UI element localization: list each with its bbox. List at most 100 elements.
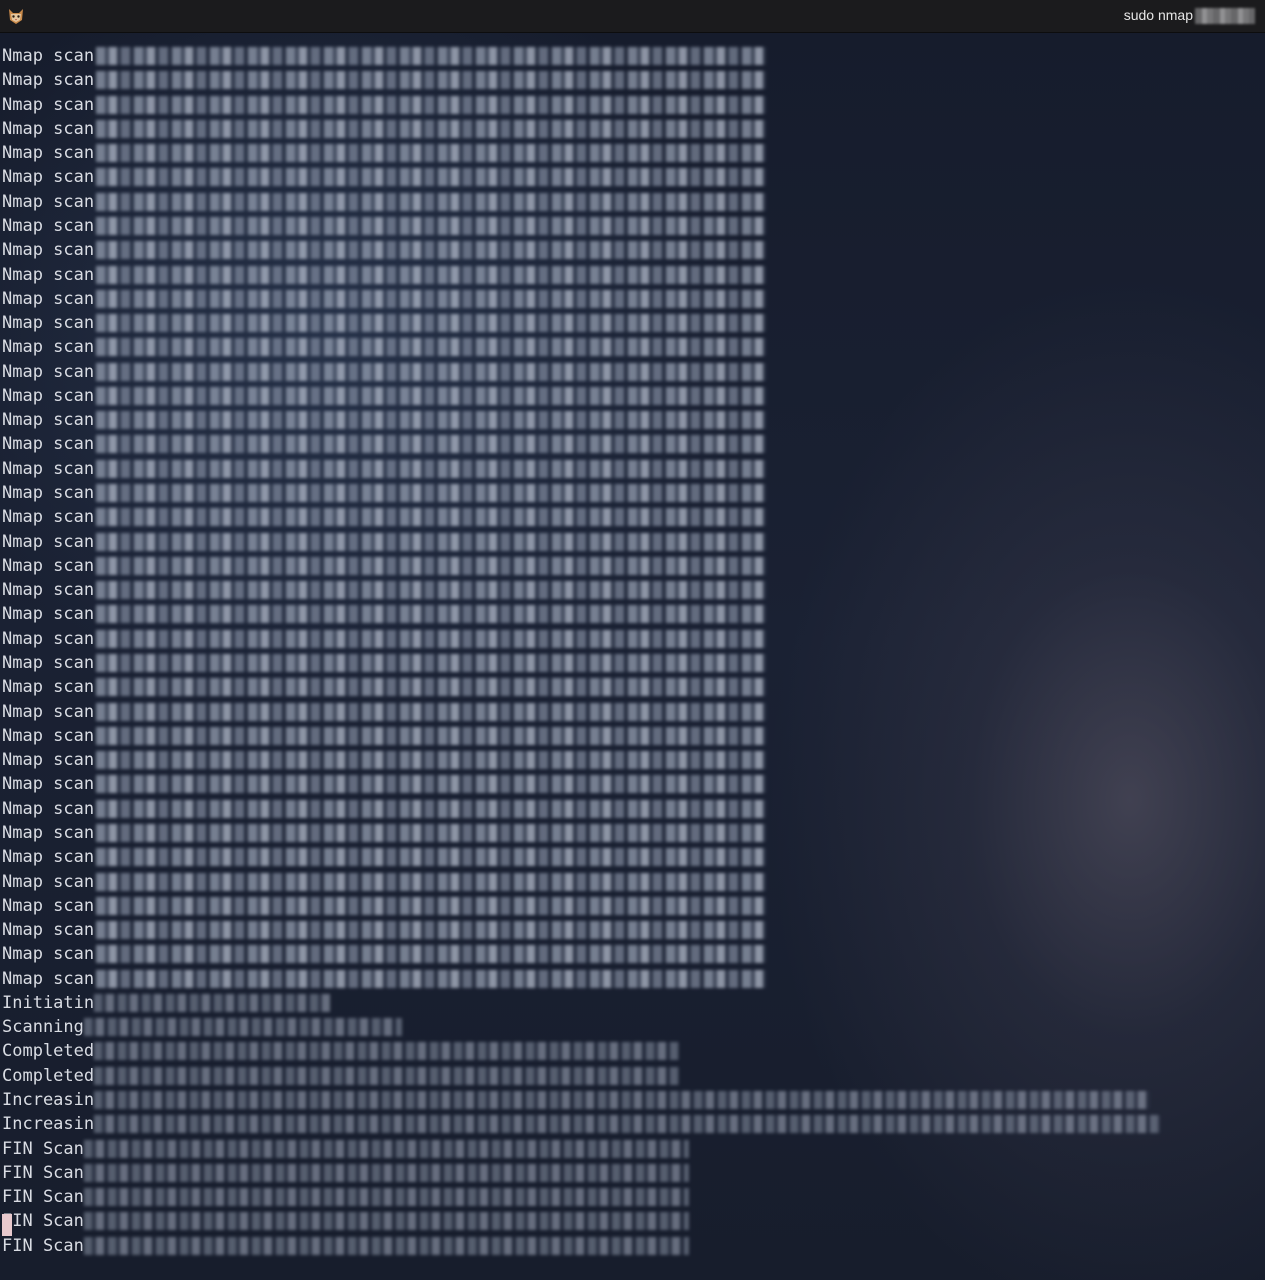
terminal-line-prefix: Nmap scan [2, 410, 95, 431]
title-bar[interactable]: sudo nmap [0, 0, 1265, 33]
terminal-line: Nmap scan [2, 602, 766, 626]
terminal-line: Nmap scan [2, 821, 766, 845]
terminal-line-prefix: Nmap scan [2, 264, 95, 285]
redacted-text [96, 702, 766, 721]
title-redacted-target [1195, 8, 1255, 24]
redacted-text [96, 775, 766, 794]
terminal-line: Nmap scan [2, 335, 766, 359]
terminal-cursor [2, 1214, 12, 1236]
terminal-line: Nmap scan [2, 214, 766, 238]
terminal-line: Nmap scan [2, 505, 766, 529]
redacted-text [84, 1139, 689, 1158]
terminal-line-prefix: FIN Scan [2, 1187, 84, 1208]
terminal-line-prefix: Increasin [2, 1114, 95, 1135]
terminal-line: Nmap scan [2, 117, 766, 141]
redacted-text [96, 47, 766, 65]
terminal-line-prefix: Nmap scan [2, 118, 95, 139]
terminal-line-prefix: Nmap scan [2, 46, 95, 66]
terminal-line-prefix: FIN Scan [2, 1162, 84, 1183]
terminal-line: Nmap scan [2, 481, 766, 505]
terminal-line: Nmap scan [2, 141, 766, 165]
redacted-text [96, 168, 766, 187]
terminal-line: Nmap scan [2, 870, 766, 894]
terminal-line: Nmap scan [2, 554, 766, 578]
terminal-line-prefix: Nmap scan [2, 361, 95, 382]
terminal-line: Nmap scan [2, 457, 766, 481]
terminal-line-prefix: FIN Scan [2, 1235, 84, 1256]
terminal-line: Nmap scan [2, 700, 766, 724]
terminal-line: Nmap scan [2, 360, 766, 384]
terminal-line-prefix: Scanning [2, 1017, 84, 1038]
terminal-line-prefix: Nmap scan [2, 604, 95, 625]
terminal-line-prefix: Nmap scan [2, 968, 95, 989]
terminal-line: Nmap scan [2, 408, 766, 432]
terminal-line-prefix: Nmap scan [2, 895, 95, 916]
redacted-text [96, 265, 766, 284]
redacted-text [96, 95, 766, 114]
terminal-line-prefix: Nmap scan [2, 847, 95, 868]
redacted-text [84, 1163, 689, 1182]
terminal-line: Completed [2, 1039, 679, 1063]
redacted-text [96, 144, 766, 163]
terminal-line-prefix: Nmap scan [2, 920, 95, 941]
terminal-line: Nmap scan [2, 432, 766, 456]
terminal-line-prefix: Nmap scan [2, 531, 95, 552]
terminal-line: Nmap scan [2, 44, 766, 68]
redacted-text [94, 1066, 679, 1085]
terminal-line: Nmap scan [2, 238, 766, 262]
redacted-text [96, 629, 766, 648]
redacted-text [96, 654, 766, 672]
terminal-line: FIN Scan [2, 1185, 689, 1209]
konsole-cat-icon[interactable] [6, 6, 26, 26]
terminal-line: Nmap scan [2, 530, 766, 554]
terminal-line: Nmap scan [2, 942, 766, 966]
redacted-text [96, 945, 766, 964]
terminal-line: FIN Scan [2, 1234, 689, 1258]
terminal-line: Scanning [2, 1015, 402, 1039]
redacted-text [84, 1212, 689, 1231]
terminal-line: Nmap scan [2, 748, 766, 772]
terminal-line-prefix: Nmap scan [2, 774, 95, 795]
terminal-line: Nmap scan [2, 263, 766, 287]
redacted-text [94, 993, 330, 1012]
redacted-text [94, 1091, 1150, 1110]
redacted-text [94, 1042, 679, 1061]
terminal-line: Nmap scan [2, 578, 766, 602]
redacted-text [84, 1188, 689, 1207]
redacted-text [84, 1236, 689, 1255]
terminal-line: Initiatin [2, 991, 330, 1015]
redacted-text [96, 799, 766, 818]
terminal-line-prefix: Nmap scan [2, 458, 95, 479]
terminal-line-prefix: FIN Scan [2, 1211, 84, 1232]
window-title: sudo nmap [1123, 7, 1193, 23]
terminal-line: Nmap scan [2, 724, 766, 748]
redacted-text [96, 459, 766, 478]
redacted-text [96, 751, 766, 770]
redacted-text [96, 726, 766, 745]
terminal-line-prefix: Nmap scan [2, 580, 95, 601]
terminal-line: Increasin [2, 1112, 1161, 1136]
terminal-line-prefix: Nmap scan [2, 822, 95, 843]
terminal-line-prefix: Nmap scan [2, 944, 95, 965]
terminal-line-prefix: FIN Scan [2, 1138, 84, 1159]
redacted-text [96, 216, 766, 235]
terminal-line-prefix: Nmap scan [2, 337, 95, 358]
redacted-text [96, 192, 766, 211]
terminal-line: Nmap scan [2, 384, 766, 408]
redacted-text [96, 896, 766, 915]
terminal-line: Nmap scan [2, 165, 766, 189]
terminal-line-prefix: Nmap scan [2, 507, 95, 528]
redacted-text [96, 605, 766, 624]
terminal-line: Completed [2, 1064, 679, 1088]
redacted-text [96, 556, 766, 575]
terminal-output[interactable]: Nmap scan Nmap scan Nmap scan Nmap scan Nmap… [0, 44, 1265, 1280]
redacted-text [96, 241, 766, 260]
redacted-text [96, 386, 766, 405]
terminal-line: Increasin [2, 1088, 1150, 1112]
terminal-line-prefix: Nmap scan [2, 143, 95, 164]
redacted-text [96, 289, 766, 308]
terminal-line: Nmap scan [2, 311, 766, 335]
terminal-line: FIN Scan [2, 1209, 689, 1233]
terminal-line-prefix: Nmap scan [2, 240, 95, 261]
terminal-line: Nmap scan [2, 967, 766, 991]
